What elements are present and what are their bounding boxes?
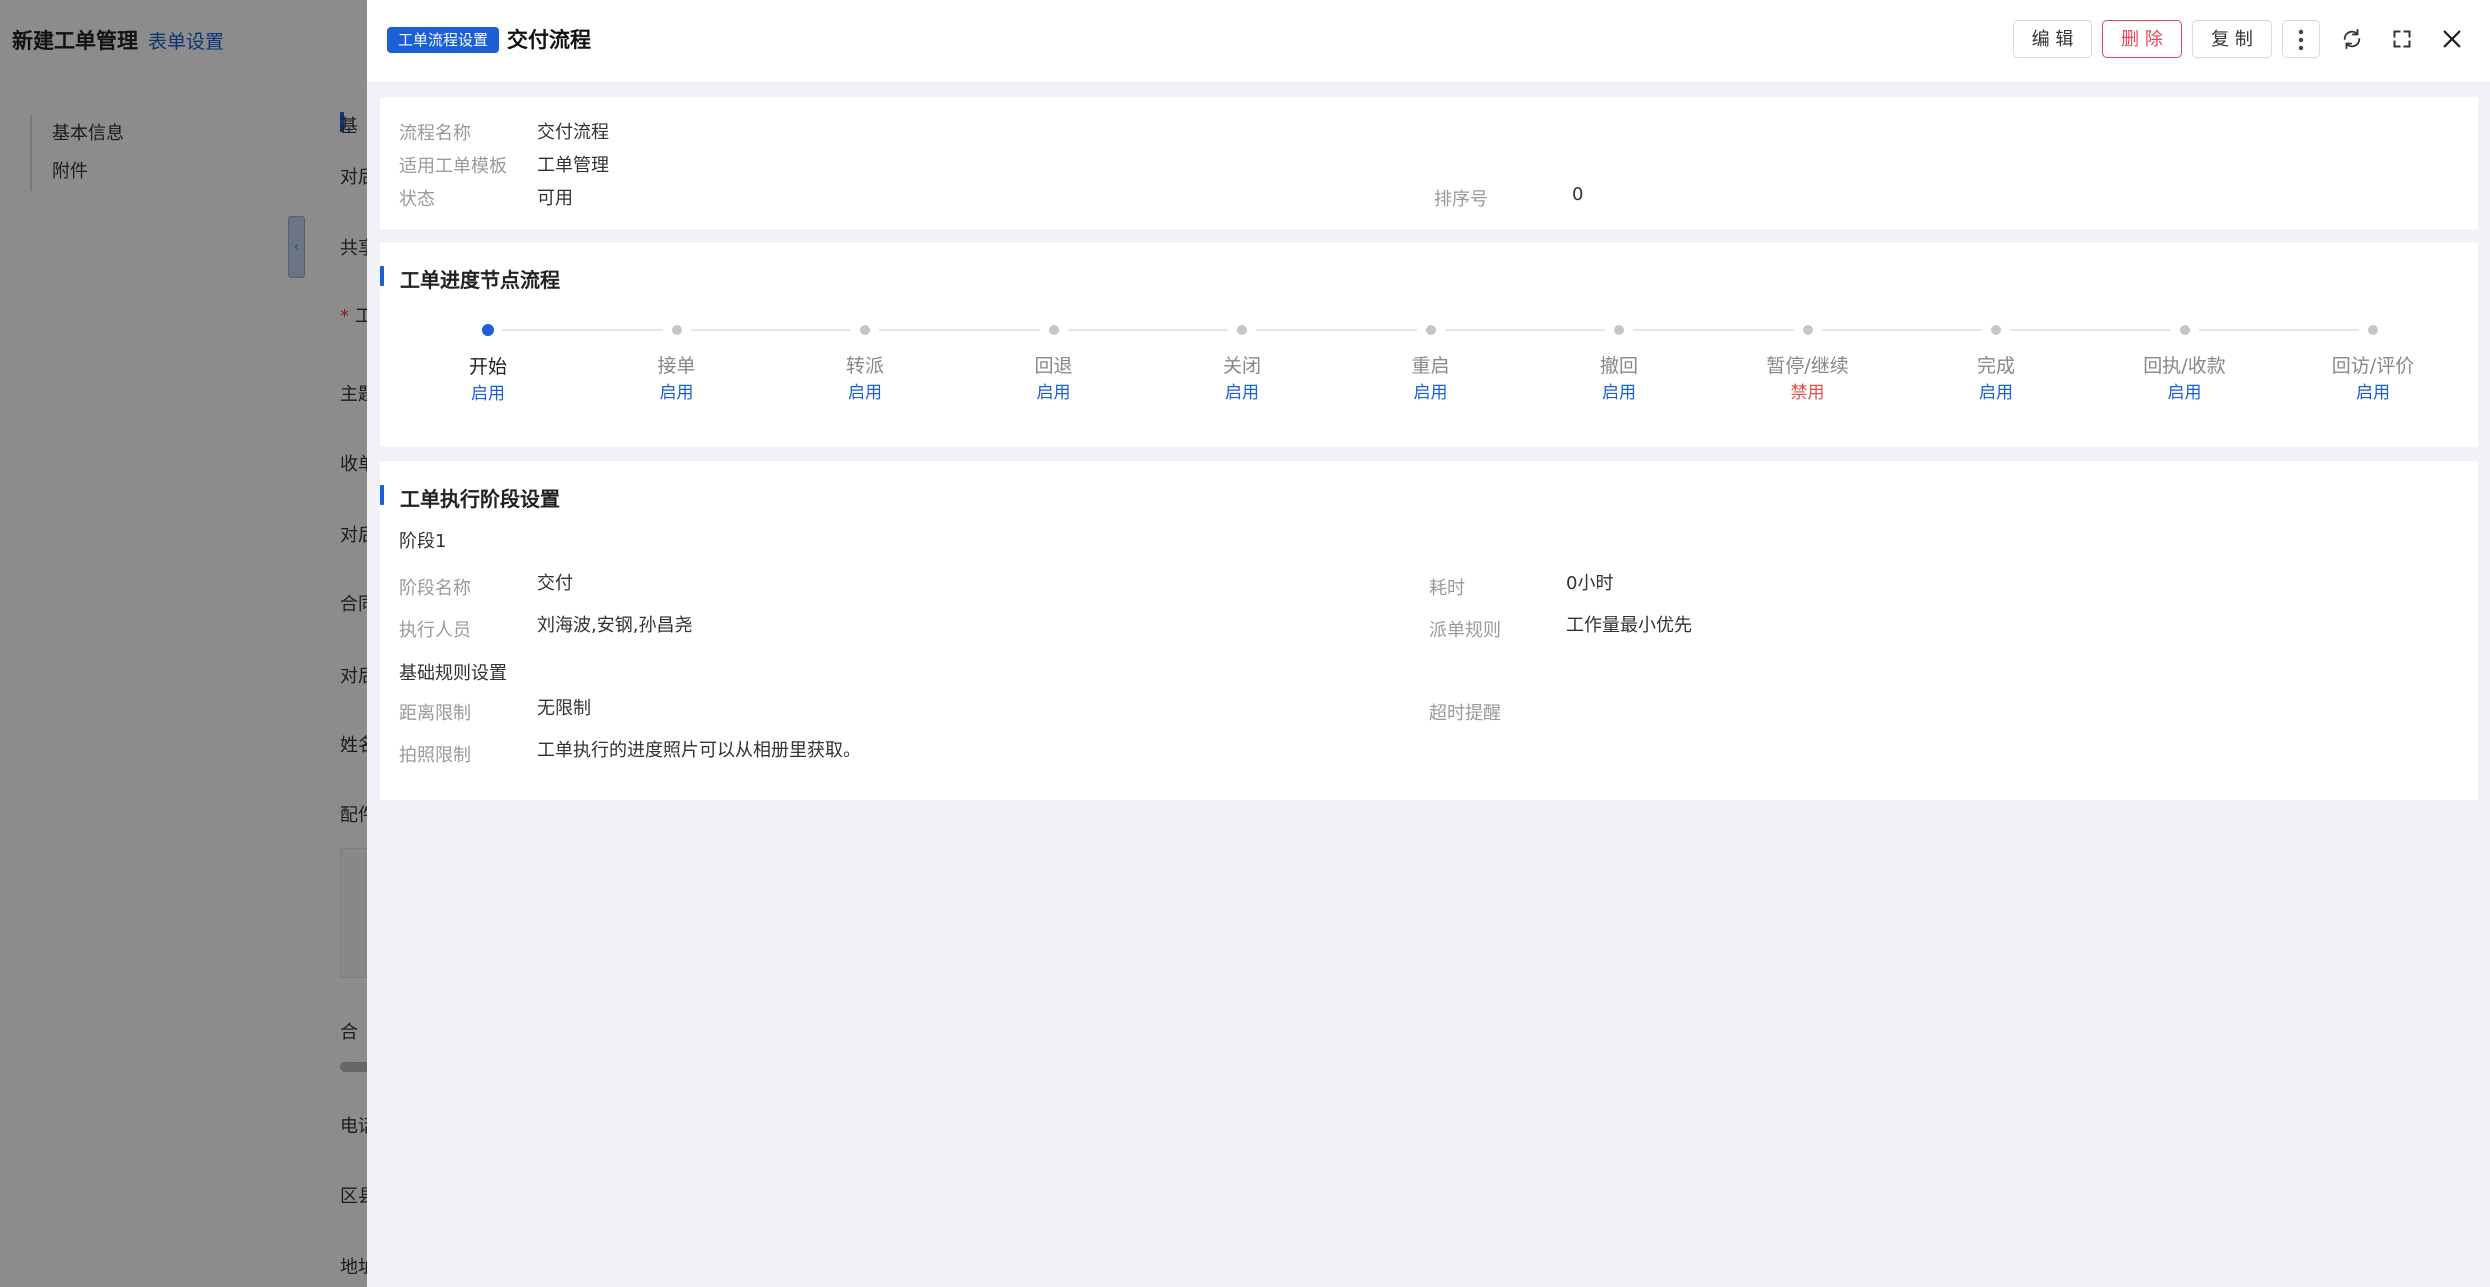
step-name: 暂停/继续: [1766, 355, 1849, 377]
step-name: 重启: [1411, 355, 1450, 377]
step-status: 启用: [1979, 383, 2013, 403]
step-dot: [1991, 325, 2001, 335]
step-status: 启用: [659, 383, 694, 403]
stage-card: 工单执行阶段设置 阶段1 阶段名称 交付 耗时 0小时 执行人员 刘海波,安钢,…: [380, 461, 2478, 800]
step-dot: [671, 325, 682, 335]
flow-info-card: 流程名称 交付流程 适用工单模板 工单管理 状态 可用 排序号 0: [380, 97, 2478, 229]
stage-name-value: 交付: [537, 573, 573, 594]
fullscreen-button[interactable]: [2385, 22, 2419, 56]
duration-value: 0小时: [1566, 573, 1614, 594]
step-status: 启用: [471, 384, 505, 404]
flow-settings-tag: 工单流程设置: [387, 27, 500, 53]
step-status: 禁用: [1790, 383, 1825, 403]
close-button[interactable]: [2435, 22, 2469, 56]
status-label: 状态: [399, 189, 435, 210]
progress-step: 暂停/继续禁用: [1708, 325, 1908, 403]
step-name: 开始: [468, 356, 507, 378]
progress-step: 重启 启用: [1331, 325, 1531, 403]
step-status: 启用: [2356, 383, 2390, 403]
progress-step: 关闭 启用: [1142, 325, 1342, 403]
close-icon: [2443, 30, 2461, 48]
timeout-label: 超时提醒: [1429, 703, 1501, 724]
drawer-title: 交付流程: [507, 28, 591, 52]
template-value: 工单管理: [537, 155, 609, 176]
progress-step: 完成 启用: [1896, 325, 2096, 403]
template-label: 适用工单模板: [399, 156, 507, 177]
delete-button[interactable]: 删 除: [2102, 20, 2182, 58]
dispatch-label: 派单规则: [1429, 620, 1501, 641]
step-dot: [482, 324, 494, 336]
more-icon: [2298, 29, 2304, 51]
step-status: 启用: [1602, 383, 1636, 403]
modal-mask[interactable]: [0, 0, 367, 1287]
fullscreen-icon: [2393, 30, 2411, 48]
step-name: 回退: [1034, 355, 1073, 377]
flow-name-label: 流程名称: [399, 123, 471, 144]
step-status: 启用: [2167, 383, 2202, 403]
stage-section-title: 工单执行阶段设置: [380, 483, 560, 512]
dispatch-value: 工作量最小优先: [1566, 615, 1692, 636]
step-dot: [1237, 325, 1247, 335]
step-dot: [2368, 325, 2378, 335]
executor-label: 执行人员: [399, 620, 471, 641]
more-button[interactable]: [2282, 20, 2320, 58]
progress-step: 回执/收款启用: [2085, 325, 2285, 403]
distance-value: 无限制: [537, 698, 591, 719]
executor-value: 刘海波,安钢,孙昌尧: [537, 615, 693, 636]
step-name: 回访/评价: [2331, 355, 2415, 377]
drawer-header: 工单流程设置 交付流程 编 辑 删 除 复 制: [367, 0, 2490, 82]
stage-name-label: 阶段名称: [399, 578, 471, 599]
step-name: 接单: [657, 355, 696, 377]
step-name: 转派: [845, 355, 884, 377]
progress-step: 回退 启用: [954, 325, 1154, 403]
step-status: 启用: [1225, 383, 1259, 403]
progress-step: 开始 启用: [388, 324, 588, 404]
photo-label: 拍照限制: [399, 745, 471, 766]
progress-card: 工单进度节点流程 开始 启用 接单 启用 转派 启用 回退 启用 关闭 启用 重启 启用 撤回 启用 暂停/…: [380, 243, 2478, 447]
step-status: 启用: [848, 383, 882, 403]
step-dot: [2179, 325, 2190, 335]
duration-label: 耗时: [1429, 578, 1465, 599]
step-name: 关闭: [1222, 355, 1261, 377]
stage-label: 阶段1: [399, 531, 447, 552]
flow-name-value: 交付流程: [537, 122, 609, 143]
step-dot: [1425, 325, 1436, 335]
progress-step: 接单 启用: [577, 325, 777, 403]
refresh-icon: [2343, 28, 2361, 50]
distance-label: 距离限制: [399, 703, 471, 724]
step-dot: [1802, 325, 1813, 335]
refresh-button[interactable]: [2335, 22, 2369, 56]
progress-section-title: 工单进度节点流程: [380, 264, 560, 293]
copy-button[interactable]: 复 制: [2192, 20, 2272, 58]
order-label: 排序号: [1434, 189, 1488, 210]
basic-rules-heading: 基础规则设置: [399, 663, 507, 684]
step-dot: [860, 325, 870, 335]
photo-value: 工单执行的进度照片可以从相册里获取。: [537, 740, 861, 761]
step-dot: [1614, 325, 1624, 335]
step-status: 启用: [1036, 383, 1071, 403]
step-name: 撤回: [1599, 355, 1638, 377]
step-name: 完成: [1976, 355, 2015, 377]
status-value: 可用: [537, 188, 573, 209]
flow-detail-drawer: 工单流程设置 交付流程 编 辑 删 除 复 制 流程名称 交付流程 适用工单模板…: [367, 0, 2490, 1287]
step-dot: [1048, 325, 1059, 335]
progress-step: 回访/评价启用: [2273, 325, 2473, 403]
progress-step: 转派 启用: [765, 325, 965, 403]
order-value: 0: [1572, 184, 1584, 205]
edit-button[interactable]: 编 辑: [2013, 20, 2092, 58]
step-status: 启用: [1413, 383, 1448, 403]
step-name: 回执/收款: [2143, 355, 2226, 377]
progress-step: 撤回 启用: [1519, 325, 1719, 403]
